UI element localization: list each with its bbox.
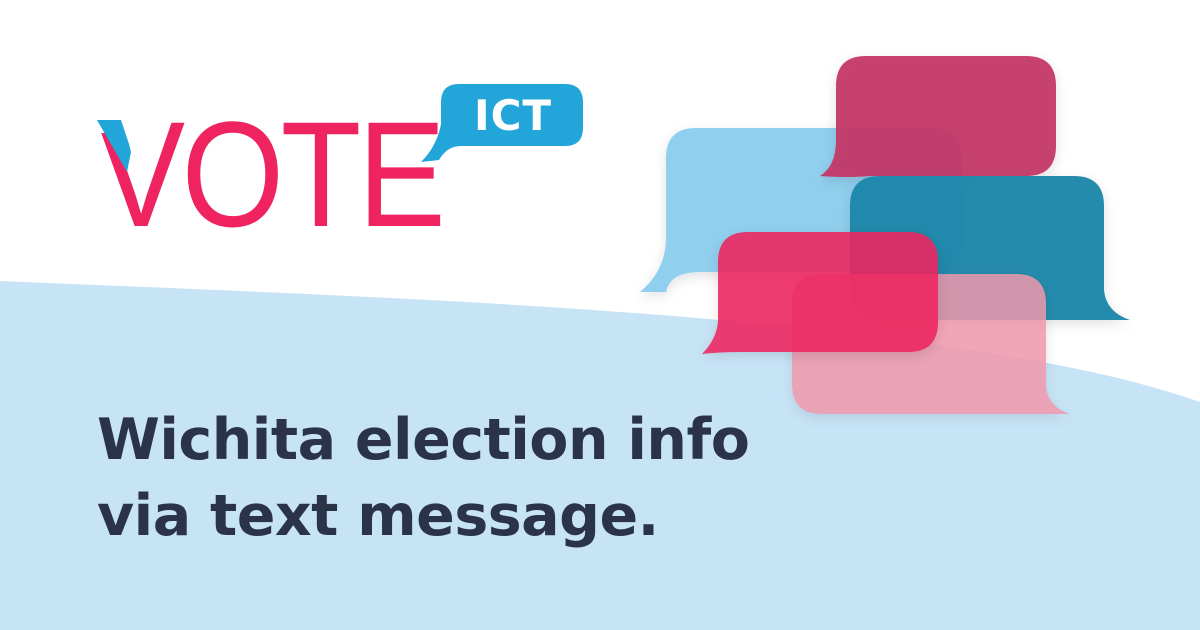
headline: Wichita election info via text message. <box>97 402 817 554</box>
headline-line-1: Wichita election info <box>97 407 750 473</box>
speech-bubble-icon <box>702 232 938 354</box>
headline-line-2: via text message. <box>97 483 659 549</box>
social-card: VOTE ICT Wichita election info via text … <box>0 0 1200 630</box>
speech-bubble-icon <box>820 56 1056 177</box>
